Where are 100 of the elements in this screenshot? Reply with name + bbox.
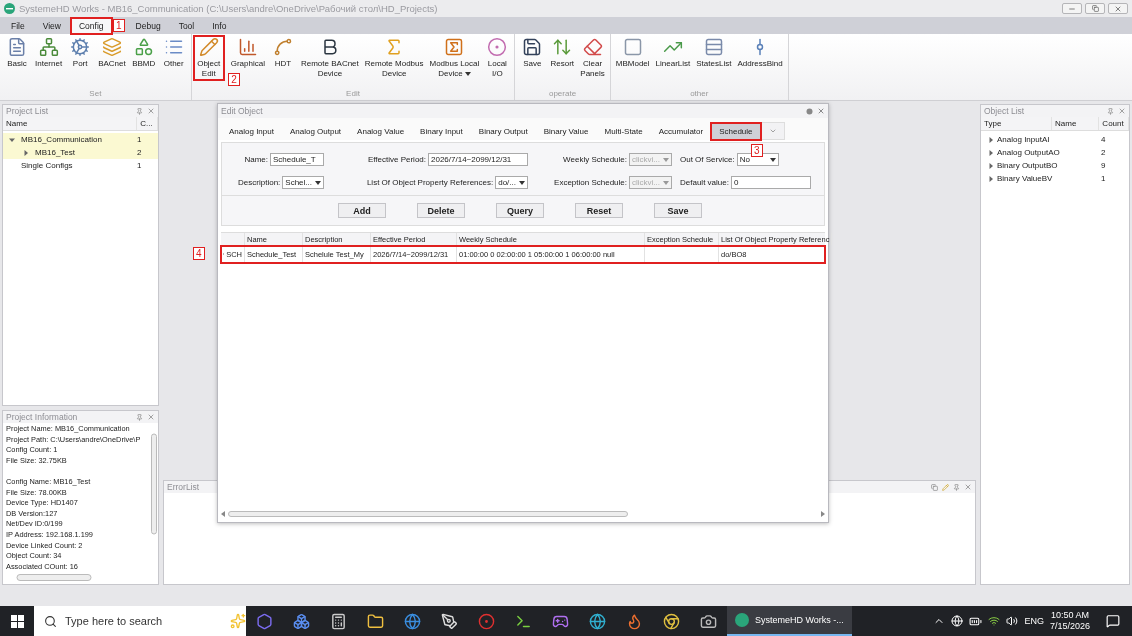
dropdown[interactable]: do/... [495,176,528,189]
browser-icon[interactable] [626,612,643,630]
ribbon-button[interactable]: Remote BACnet Device [297,36,362,80]
collapsed-arrow-icon[interactable] [988,175,994,182]
ribbon-button[interactable]: Port [65,36,96,71]
text-field[interactable]: 2026/7/14~2099/12/31 [428,153,528,166]
menu-item[interactable]: View [35,18,68,33]
network-icon[interactable] [988,615,1001,627]
dropdown-arrow-icon[interactable] [519,180,525,185]
globe-icon[interactable] [951,615,964,627]
ribbon-button[interactable]: AddressBind [734,36,786,71]
office-icon[interactable] [293,612,310,630]
collapsed-arrow-icon[interactable] [988,136,994,143]
document-icon [7,37,27,57]
dropdown[interactable]: No [736,153,779,166]
text-field[interactable]: 0 [730,176,811,189]
tab[interactable]: Binary Output [470,123,536,140]
ribbon-button[interactable]: StatesList [693,36,735,71]
column-header[interactable]: Name [1052,117,1100,130]
action-button[interactable]: Reset [575,203,623,218]
ribbon-button[interactable]: Clear Panels [577,36,608,80]
tab[interactable]: Analog Value [349,123,413,140]
field-label: Description: [238,178,281,187]
folder-icon[interactable] [367,612,384,630]
column-header[interactable]: Count [1099,117,1129,130]
tab[interactable]: Multi-State [596,123,651,140]
more-tabs-button[interactable] [760,122,785,140]
browser-icon[interactable] [404,612,421,630]
language-indicator[interactable]: ENG [1024,616,1044,626]
ribbon-button[interactable]: HDT [267,36,298,71]
dropdown-arrow-icon[interactable] [769,157,776,162]
action-button[interactable]: Delete [417,203,465,218]
browser-icon[interactable] [663,612,680,630]
collapsed-arrow-icon[interactable] [23,149,29,156]
ribbon-button[interactable]: BACnet [95,36,129,71]
collapsed-arrow-icon[interactable] [988,149,994,156]
windows-logo-icon[interactable] [10,614,24,628]
ribbon-button[interactable]: Internet [32,36,66,71]
tree-item[interactable]: Analog InputAI [997,135,1050,144]
menu-item[interactable]: Debug [128,18,168,33]
group-label: Set [89,89,102,99]
tree-item[interactable]: Binary ValueBV [997,174,1053,183]
ribbon-button[interactable]: Graphical [227,36,268,71]
menu-item[interactable]: Tool [171,18,202,33]
scrollbar-thumb[interactable] [228,511,628,517]
ribbon-button[interactable]: Resort [547,36,578,71]
browser-icon[interactable] [589,612,606,630]
copilot-icon[interactable] [256,612,273,630]
tab[interactable]: Analog Output [281,123,350,140]
scroll-right-icon[interactable] [821,511,825,517]
column-header[interactable]: Name [3,117,138,130]
tree-item[interactable]: Binary OutputBO [997,161,1058,170]
ribbon-button[interactable]: MBModel [612,36,653,71]
close-button[interactable] [1108,3,1128,14]
column-header[interactable]: Type [981,117,1052,130]
ribbon-button[interactable]: Other [158,36,189,71]
action-button[interactable]: Save [654,203,702,218]
ribbon-button[interactable]: BBMD [128,36,159,71]
text-field[interactable]: Schedule_T [270,153,324,166]
ribbon-button[interactable]: LinearList [652,36,694,71]
tab[interactable]: Binary Value [535,123,597,140]
notification-icon[interactable] [1106,614,1120,628]
clock[interactable]: 10:50 AM 7/15/2026 [1049,610,1090,632]
field-label: Effective Period: [367,155,426,164]
action-button[interactable]: Query [496,203,544,218]
speaker-icon[interactable] [1006,615,1019,627]
expanded-arrow-icon[interactable] [9,136,15,143]
shapes-icon [133,37,154,57]
collapsed-arrow-icon[interactable] [988,162,994,169]
tab[interactable]: Binary Input [412,123,471,140]
dropdown-arrow-icon[interactable] [315,180,321,185]
tab[interactable]: Analog Input [221,123,282,140]
restore-button[interactable] [1085,3,1105,14]
tree-item[interactable]: Single Configs [21,161,73,170]
panel-title: Project Information [6,412,79,422]
ribbon-button[interactable]: Local I/O [482,36,513,80]
dropdown[interactable]: Schel... [282,176,324,189]
taskbar-app[interactable]: SystemeHD Works -... [727,606,852,636]
ribbon-button[interactable]: Save [517,36,548,71]
field-label: Exception Schedule: [554,178,627,187]
settings-icon[interactable] [806,107,813,115]
camera-icon[interactable] [700,612,717,630]
menu-item[interactable]: File [4,18,32,33]
tab[interactable]: Accumulator [650,123,712,140]
search-field[interactable]: Type here to search [34,606,246,636]
column-header[interactable]: C... [137,117,158,130]
ribbon-button[interactable]: Basic [2,36,32,71]
ribbon-button[interactable]: Object Edit [193,36,224,80]
tree-item[interactable]: Analog OutputAO [997,148,1060,157]
tab[interactable]: Schedule [711,123,761,140]
menu-item[interactable]: Config [72,18,111,33]
ribbon-button[interactable]: Remote Modbus Device [361,36,427,80]
ribbon-button[interactable]: Modbus Local Device [426,36,483,80]
close-icon[interactable] [817,107,825,115]
calculator-icon[interactable] [330,612,347,630]
scroll-left-icon[interactable] [221,511,225,517]
caret-icon[interactable] [464,71,471,76]
pen-icon[interactable] [441,612,458,630]
action-button[interactable]: Add [338,203,386,218]
menu-item[interactable]: Info [205,18,234,33]
